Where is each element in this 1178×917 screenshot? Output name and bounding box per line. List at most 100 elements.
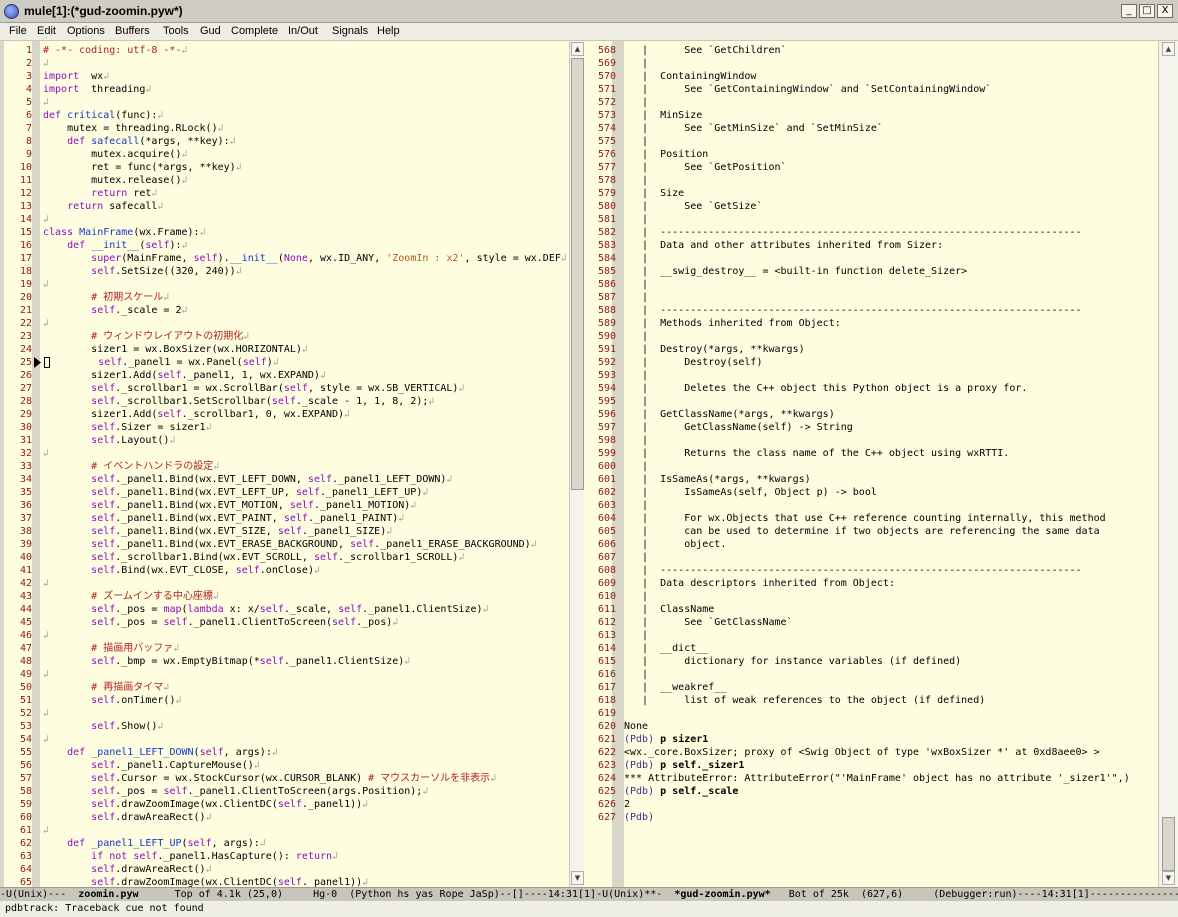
line-number: 43: [19, 591, 32, 602]
line-number: 582: [597, 227, 616, 238]
line-number: 48: [19, 656, 32, 667]
output-line: |: [624, 370, 649, 381]
code-line: self.drawZoomImage(wx.ClientDC(self._pan…: [91, 799, 369, 810]
menu-signals[interactable]: Signals: [332, 25, 368, 37]
title-bar: mule[1]:(*gud-zoomin.pyw*) _ □ X: [0, 0, 1178, 23]
line-number: 606: [597, 539, 616, 550]
output-line: | Destroy(*args, **kwargs): [624, 344, 805, 355]
line-number: 593: [597, 370, 616, 381]
output-line: *** AttributeError: AttributeError("'Mai…: [624, 773, 1130, 784]
menu-complete[interactable]: Complete: [231, 25, 278, 37]
menu-in-out[interactable]: In/Out: [288, 25, 318, 37]
line-number: 573: [597, 110, 616, 121]
line-number: 37: [19, 513, 32, 524]
line-number: 17: [19, 253, 32, 264]
line-number: 33: [19, 461, 32, 472]
line-number: 595: [597, 396, 616, 407]
output-line: | --------------------------------------…: [624, 305, 1082, 316]
minibuffer[interactable]: pdbtrack: Traceback cue not found: [0, 901, 1178, 917]
code-line: self._panel1.Bind(wx.EVT_ERASE_BACKGROUN…: [91, 539, 537, 550]
code-line: self._pos = map(lambda x: x/self._scale,…: [91, 604, 489, 615]
line-number: 23: [19, 331, 32, 342]
modeline-left-buffer[interactable]: zoomin.pyw: [78, 889, 138, 900]
minimize-button[interactable]: _: [1121, 4, 1137, 18]
line-number: 604: [597, 513, 616, 524]
line-number: 599: [597, 448, 616, 459]
line-number: 49: [19, 669, 32, 680]
line-number: 607: [597, 552, 616, 563]
debug-arrow-icon: [34, 357, 41, 368]
source-scrollbar[interactable]: ▲ ▼: [569, 41, 584, 887]
scroll-down-arrow-icon[interactable]: ▼: [571, 871, 584, 885]
debugger-pane[interactable]: 568 | See `GetChildren` 569 | 570 | Contai…: [584, 41, 1158, 887]
line-number: 571: [597, 84, 616, 95]
output-line: | --------------------------------------…: [624, 227, 1082, 238]
debugger-scrollbar[interactable]: ▲ ▼: [1158, 41, 1178, 887]
code-line: ↲: [43, 97, 50, 108]
line-number: 623: [597, 760, 616, 771]
code-line: sizer1 = wx.BoxSizer(wx.HORIZONTAL)↲: [43, 344, 308, 355]
code-line: ↲: [43, 58, 50, 69]
code-line: class MainFrame(wx.Frame):↲: [43, 227, 206, 238]
code-line: return safecall↲: [67, 201, 164, 212]
line-number: 577: [597, 162, 616, 173]
line-number: 56: [19, 760, 32, 771]
menu-help[interactable]: Help: [377, 25, 400, 37]
menu-tools[interactable]: Tools: [163, 25, 189, 37]
code-line: self._scrollbar1.Bind(wx.EVT_SCROLL, sel…: [91, 552, 465, 563]
output-line: | IsSameAs(*args, **kwargs): [624, 474, 811, 485]
code-line: self.Sizer = sizer1↲: [91, 422, 212, 433]
code-line: self._panel1 = wx.Panel(self)↲: [43, 356, 569, 369]
code-line: self._pos = self._panel1.ClientToScreen(…: [91, 617, 399, 628]
output-line: | ContainingWindow: [624, 71, 757, 82]
code-line: self._panel1.CaptureMouse()↲: [91, 760, 260, 771]
scroll-up-arrow-icon[interactable]: ▲: [1162, 42, 1175, 56]
menu-gud[interactable]: Gud: [200, 25, 221, 37]
code-line: ↲: [43, 734, 50, 745]
output-line: | list of weak references to the object …: [624, 695, 986, 706]
line-number: 8: [25, 136, 32, 147]
scrollbar-thumb[interactable]: [1162, 817, 1175, 871]
code-line: if not self._panel1.HasCapture(): return…: [91, 851, 339, 862]
output-line: |: [624, 435, 649, 446]
emacs-app-icon[interactable]: [4, 4, 19, 19]
line-number: 10: [19, 162, 32, 173]
line-number: 64: [19, 864, 32, 875]
line-number: 28: [19, 396, 32, 407]
code-line: return ret↲: [91, 188, 158, 199]
maximize-button[interactable]: □: [1139, 4, 1155, 18]
line-number: 9: [25, 149, 32, 160]
close-button[interactable]: X: [1157, 4, 1173, 18]
code-line: self._panel1.Bind(wx.EVT_SIZE, self._pan…: [91, 526, 393, 537]
menu-edit[interactable]: Edit: [37, 25, 56, 37]
code-line: def _panel1_LEFT_UP(self, args):↲: [67, 838, 266, 849]
scroll-down-arrow-icon[interactable]: ▼: [1162, 871, 1175, 885]
source-code-pane[interactable]: 1 # -*- coding: utf-8 -*-↲ 2 ↲ 3 import wx↲ 4 i…: [0, 41, 569, 887]
output-line: | ClassName: [624, 604, 715, 615]
modeline-left-info: Top of 4.1k (25,0) Hg-0 (Python hs yas R…: [138, 889, 597, 900]
modeline-right-buffer[interactable]: *gud-zoomin.pyw*: [674, 889, 770, 900]
output-line: |: [624, 58, 649, 69]
line-number: 576: [597, 149, 616, 160]
line-number: 59: [19, 799, 32, 810]
code-line: ↲: [43, 825, 50, 836]
line-number: 579: [597, 188, 616, 199]
output-line: |: [624, 669, 649, 680]
output-line: None: [624, 721, 649, 732]
output-line: | GetClassName(*args, **kwargs): [624, 409, 835, 420]
menu-options[interactable]: Options: [67, 25, 105, 37]
line-number: 51: [19, 695, 32, 706]
output-line: |: [624, 630, 649, 641]
line-number: 46: [19, 630, 32, 641]
pdb-prompt-line: (Pdb) p self._scale: [624, 786, 739, 797]
menu-bar: File Edit Options Buffers Tools Gud Comp…: [0, 23, 1178, 41]
line-number: 38: [19, 526, 32, 537]
menu-file[interactable]: File: [9, 25, 27, 37]
line-number: 586: [597, 279, 616, 290]
line-number: 2: [25, 58, 32, 69]
scroll-up-arrow-icon[interactable]: ▲: [571, 42, 584, 56]
line-number: 609: [597, 578, 616, 589]
output-line: |: [624, 331, 649, 342]
scrollbar-thumb[interactable]: [571, 58, 584, 490]
menu-buffers[interactable]: Buffers: [115, 25, 150, 37]
